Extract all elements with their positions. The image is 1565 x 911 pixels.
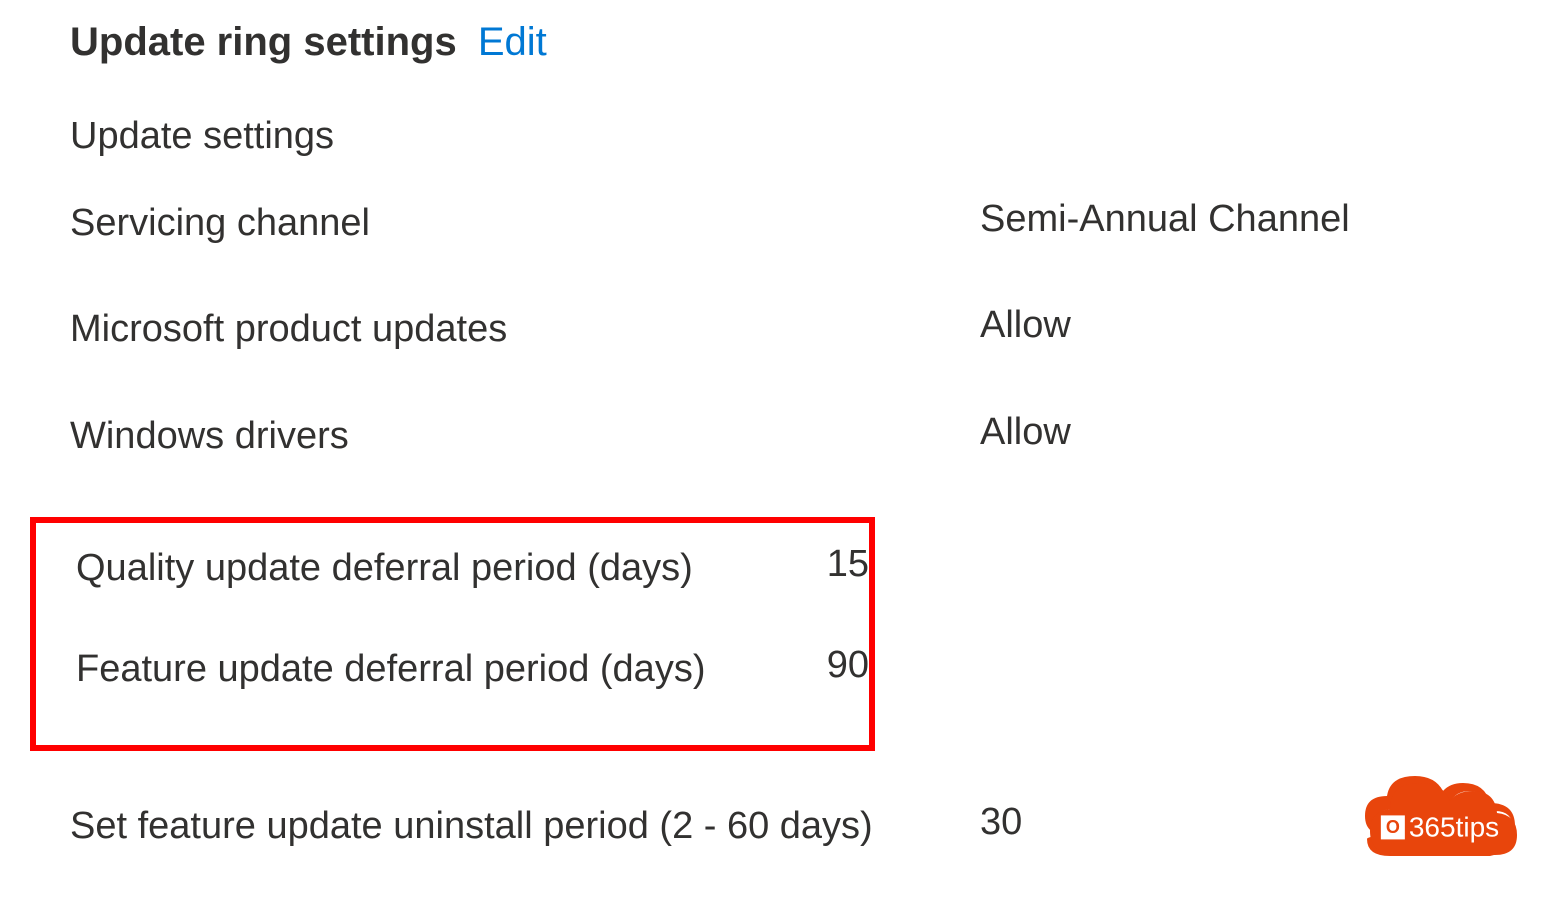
edit-link[interactable]: Edit [478,20,547,64]
section-title: Update ring settings [70,20,457,64]
highlighted-annotation-box: Quality update deferral period (days) 15… [30,517,875,752]
setting-label: Quality update deferral period (days) [76,543,827,594]
settings-table: Servicing channel Semi-Annual Channel Mi… [70,198,1495,853]
section-heading: Update ring settings Edit [70,20,1495,65]
setting-row-servicing-channel: Servicing channel Semi-Annual Channel [70,198,1495,249]
setting-row-quality-update-deferral: Quality update deferral period (days) 15 [36,543,869,594]
setting-label: Set feature update uninstall period (2 -… [70,801,980,852]
setting-label: Servicing channel [70,198,980,249]
subsection-heading: Update settings [70,115,1495,158]
setting-value: 30 [980,801,1022,844]
office-icon [1381,815,1405,839]
setting-value: Allow [980,304,1071,347]
setting-value: Semi-Annual Channel [980,198,1350,241]
setting-value: 15 [827,543,869,586]
setting-value: 90 [827,644,869,687]
setting-row-feature-update-uninstall: Set feature update uninstall period (2 -… [70,801,1495,852]
setting-row-microsoft-product-updates: Microsoft product updates Allow [70,304,1495,355]
setting-value: Allow [980,411,1071,454]
setting-label: Feature update deferral period (days) [76,644,827,695]
watermark-logo: 365tips [1345,761,1535,881]
watermark-text: 365tips [1381,811,1499,843]
setting-row-feature-update-deferral: Feature update deferral period (days) 90 [36,644,869,695]
setting-row-windows-drivers: Windows drivers Allow [70,411,1495,462]
setting-label: Windows drivers [70,411,980,462]
setting-label: Microsoft product updates [70,304,980,355]
